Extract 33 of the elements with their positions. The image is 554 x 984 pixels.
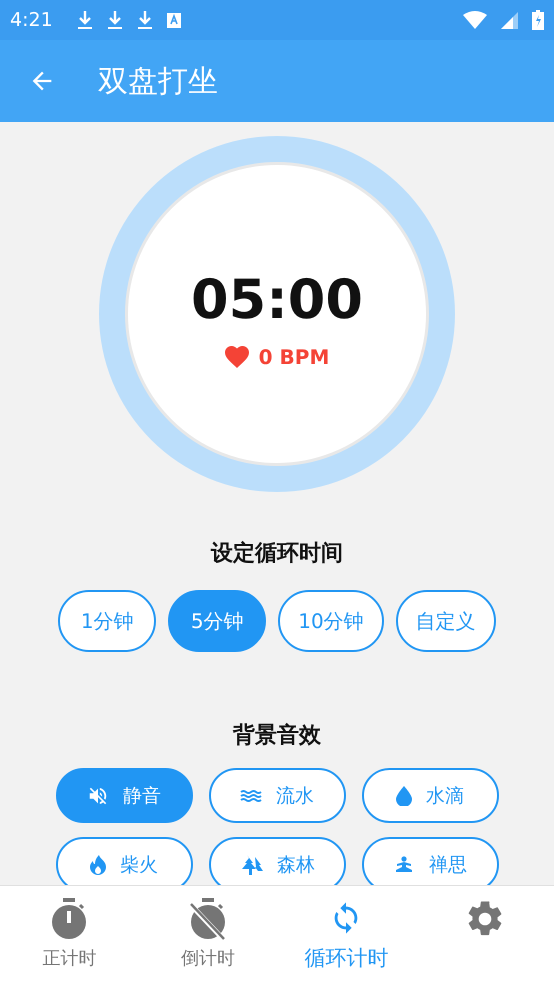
section-title: 背景音效 xyxy=(232,722,322,750)
sound-option[interactable]: 柴火 xyxy=(56,837,192,885)
download-icon xyxy=(76,10,93,30)
flame-icon xyxy=(90,854,106,874)
text-app-icon xyxy=(166,12,181,28)
nav-label[interactable]: 循环计时 xyxy=(304,944,388,972)
sound-option[interactable]: 静音 xyxy=(56,768,192,823)
water-drop-icon xyxy=(396,786,412,806)
timer-time: 05:00 xyxy=(191,268,363,330)
duration-option[interactable]: 10分钟 xyxy=(278,590,384,652)
battery-charging-icon xyxy=(532,10,544,30)
screen-title: 双盘打坐 xyxy=(98,62,218,100)
trees-icon xyxy=(239,854,263,874)
nav-label[interactable]: 正计时 xyxy=(42,946,96,970)
waves-icon xyxy=(240,788,262,802)
duration-option[interactable]: 自定义 xyxy=(396,590,496,652)
heart-rate: 0 BPM xyxy=(258,344,330,368)
meditation-icon xyxy=(393,856,415,874)
sound-option[interactable]: 森林 xyxy=(208,837,346,885)
duration-option[interactable]: 5分钟 xyxy=(168,590,266,652)
nav-label[interactable]: 倒计时 xyxy=(180,946,235,970)
signal-icon xyxy=(501,12,518,28)
sound-option[interactable]: 禅思 xyxy=(362,837,498,885)
wifi-icon xyxy=(463,11,487,29)
sound-option[interactable]: 流水 xyxy=(208,768,346,823)
sound-option[interactable]: 水滴 xyxy=(362,768,498,823)
download-icon xyxy=(136,10,153,30)
section-title: 设定循环时间 xyxy=(210,540,344,568)
heart-icon xyxy=(224,346,249,368)
status-time: 4:21 xyxy=(10,9,53,31)
stopwatch-off-icon[interactable] xyxy=(188,898,228,940)
download-icon xyxy=(106,10,123,30)
duration-option[interactable]: 1分钟 xyxy=(58,590,156,652)
